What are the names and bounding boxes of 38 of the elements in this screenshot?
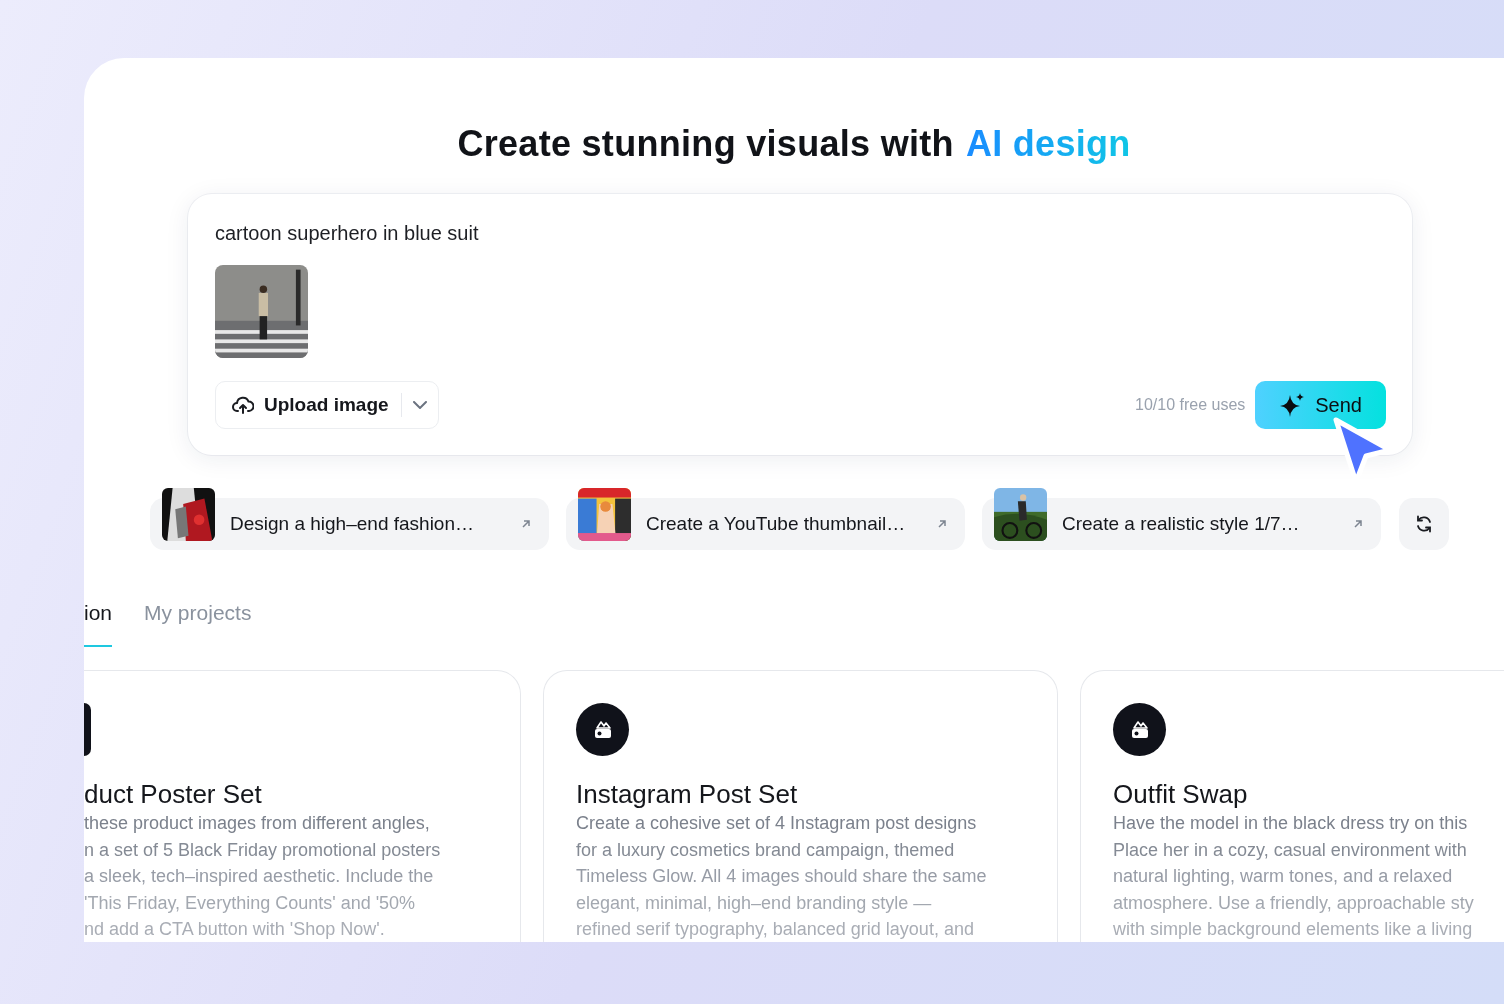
arrow-up-right-icon xyxy=(1353,519,1363,529)
prompt-text[interactable]: cartoon superhero in blue suit xyxy=(215,220,1386,246)
description-line: nd add a CTA button with 'Shop Now'. xyxy=(84,918,386,941)
suggestion-chip[interactable]: Create a YouTube thumbnail… xyxy=(566,488,965,550)
page-heading: Create stunning visuals with xyxy=(457,122,954,166)
description-line: n a set of 5 Black Friday promotional posters xyxy=(84,838,442,862)
arrow-up-right-icon xyxy=(937,519,947,529)
image-stack-icon xyxy=(1113,703,1166,756)
refresh-icon xyxy=(1415,515,1433,533)
description-line: Have the model in the black dress try on this xyxy=(1113,812,1469,835)
refresh-button[interactable] xyxy=(1399,498,1449,550)
card-title: duct Poster Set xyxy=(84,778,263,810)
template-card[interactable] xyxy=(543,670,1058,942)
description-line: with simple background elements like a living xyxy=(1113,918,1474,941)
description-line: Place her in a cozy, casual environment with xyxy=(1113,838,1468,862)
suggestion-chip[interactable]: Design a high–end fashion… xyxy=(150,488,549,550)
arrow-up-right-icon xyxy=(521,519,531,529)
description-line: for a luxury cosmetics brand campaign, themed xyxy=(576,838,956,862)
suggestion-chip[interactable]: Create a realistic style 1/7… xyxy=(982,488,1381,550)
send-button[interactable]: Send xyxy=(1255,381,1386,429)
description-line: atmosphere. Use a friendly, approachable sty xyxy=(1113,891,1475,915)
tab[interactable]: ion xyxy=(84,598,113,647)
description-line: refined serif typography, balanced grid layout, and xyxy=(576,918,975,941)
description-line: 'This Friday, Everything Counts' and '50% xyxy=(84,891,417,915)
image-stack-icon xyxy=(576,703,629,756)
usage-count: 10/10 free uses xyxy=(1135,396,1246,414)
template-card[interactable] xyxy=(1080,670,1504,942)
card-title: Outfit Swap xyxy=(1113,778,1249,810)
description-line: elegant, minimal, high–end branding style — xyxy=(576,891,933,915)
description-line: Timeless Glow. All 4 images should share the same xyxy=(576,865,988,888)
upload-image-button[interactable]: Upload image xyxy=(215,381,439,429)
description-line: these product images from different angles, xyxy=(84,812,431,835)
cloud-upload-icon xyxy=(232,395,254,415)
description-line: a sleek, tech–inspired aesthetic. Include the xyxy=(84,865,435,888)
description-line: Create a cohesive set of 4 Instagram post designs xyxy=(576,812,978,835)
description-line: natural lighting, warm tones, and a relaxed xyxy=(1113,865,1454,888)
card-title: Instagram Post Set xyxy=(576,778,799,810)
chevron-down-icon xyxy=(412,401,427,409)
